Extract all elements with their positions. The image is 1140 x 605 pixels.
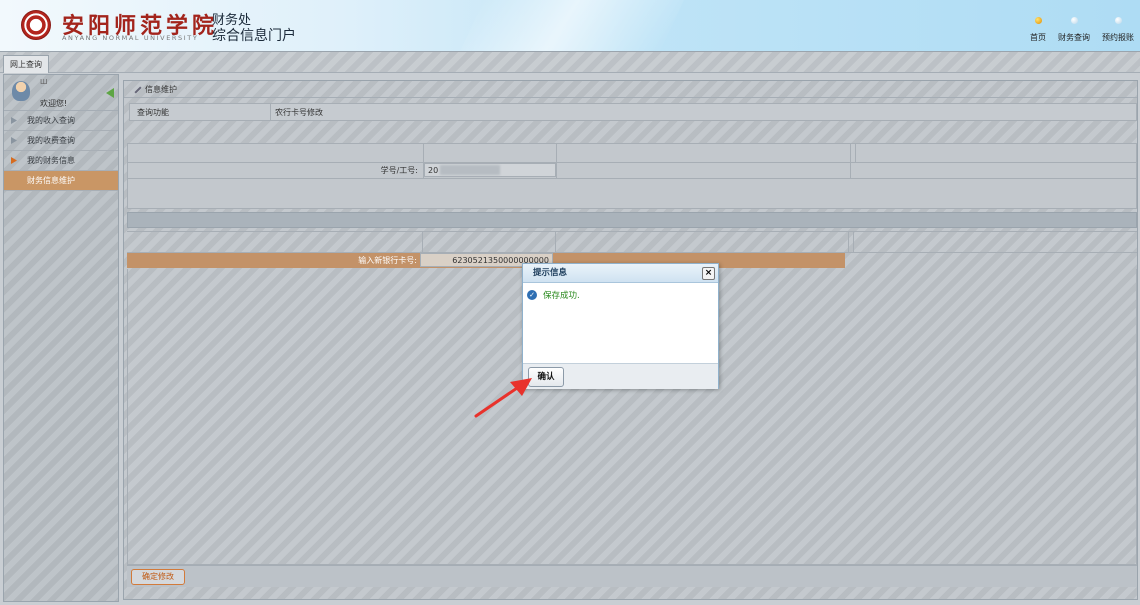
id-form-block: 学号/工号: 20: [127, 143, 1137, 209]
nav-home[interactable]: 首页: [1030, 17, 1046, 43]
pencil-icon: [134, 85, 142, 94]
school-name-en: ANYANG NORMAL UNIVERSITY: [62, 34, 199, 42]
query-function-label: 查询功能: [137, 108, 169, 117]
check-circle-icon: ✓: [527, 290, 537, 300]
annotation-arrow-icon: [474, 378, 532, 418]
sidebar-item-label: 我的财务信息: [27, 156, 75, 165]
tab-bar: 网上查询: [0, 51, 1140, 73]
top-nav: 首页 财务查询 预约报账: [1030, 17, 1134, 43]
nav-reimbursement-label: 预约报账: [1102, 33, 1134, 42]
confirm-modify-button[interactable]: 确定修改: [131, 569, 185, 585]
sidebar-item-income-query[interactable]: 我的收入查询: [4, 111, 118, 131]
nav-home-label: 首页: [1030, 33, 1046, 42]
section-divider: [127, 212, 1137, 228]
home-dot-icon: [1034, 17, 1042, 24]
sidebar-item-label: 我的收费查询: [27, 136, 75, 145]
sidebar-item-finance-maintenance[interactable]: 财务信息维护: [4, 171, 118, 191]
nav-finance-query-label: 财务查询: [1058, 33, 1090, 42]
school-seal-logo-icon: [21, 10, 51, 40]
portal-name: 综合信息门户: [212, 28, 296, 44]
bullet-icon: [11, 177, 17, 184]
nav-reimbursement[interactable]: 预约报账: [1102, 17, 1134, 43]
dialog-body: ✓ 保存成功.: [523, 283, 718, 363]
bullet-icon: [11, 157, 17, 164]
sidebar-item-label: 我的收入查询: [27, 116, 75, 125]
dialog-footer: 确认: [523, 363, 718, 389]
sidebar-item-fee-query[interactable]: 我的收费查询: [4, 131, 118, 151]
dialog-title: 提示信息: [533, 268, 568, 278]
dot-icon: [1114, 17, 1122, 24]
message-dialog: 提示信息 × ✓ 保存成功. 确认: [522, 263, 719, 389]
dialog-message: 保存成功.: [543, 291, 580, 301]
bullet-icon: [11, 117, 17, 124]
panel-title-text: 信息维护: [145, 85, 177, 94]
user-box: Ш 欢迎您!: [4, 75, 118, 111]
back-arrow-icon[interactable]: [106, 88, 114, 98]
footer-bar: 确定修改: [127, 565, 1137, 587]
dialog-header: 提示信息 ×: [523, 264, 718, 283]
sidebar-item-finance-info[interactable]: 我的财务信息: [4, 151, 118, 171]
sidebar-item-label: 财务信息维护: [27, 176, 75, 185]
avatar: [12, 81, 30, 101]
sidebar: Ш 欢迎您! 我的收入查询 我的收费查询 我的财务信息 财务信息维护: [3, 74, 119, 602]
user-name: Ш: [40, 78, 48, 86]
panel-title: 信息维护: [124, 81, 1137, 98]
nav-finance-query[interactable]: 财务查询: [1058, 17, 1090, 43]
card-label: 输入新银行卡号:: [358, 256, 417, 265]
redacted-mask: [440, 165, 500, 175]
query-function-value: 农行卡号修改: [275, 108, 323, 117]
id-value: 20: [428, 166, 439, 175]
portal-header: 安阳师范学院 ANYANG NORMAL UNIVERSITY 财务处 综合信息…: [0, 0, 1140, 51]
tab-online-query[interactable]: 网上查询: [3, 55, 49, 73]
close-icon[interactable]: ×: [702, 267, 715, 280]
welcome-text: 欢迎您!: [40, 99, 68, 108]
bullet-icon: [11, 137, 17, 144]
query-function-row: 查询功能 农行卡号修改: [129, 103, 1137, 121]
dot-icon: [1070, 17, 1078, 24]
id-label: 学号/工号:: [380, 166, 418, 175]
card-input-row: 输入新银行卡号: 6230521350000000000: [127, 253, 845, 268]
